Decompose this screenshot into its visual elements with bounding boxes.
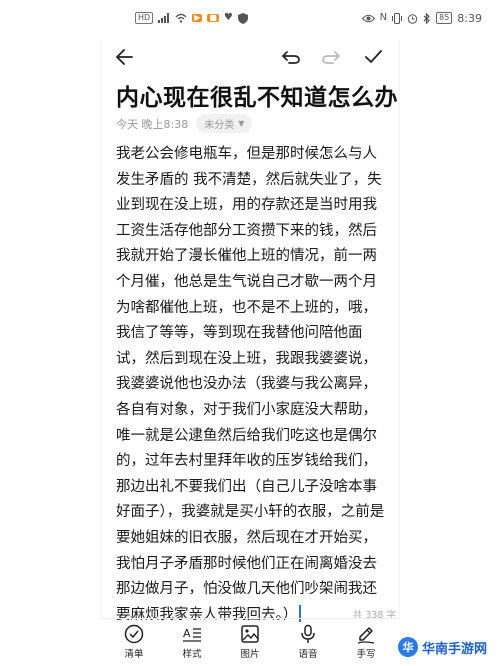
handwriting-icon: [357, 627, 375, 644]
clock-time: 8:39: [457, 11, 482, 25]
editor-toolbar: [0, 36, 500, 76]
style-button[interactable]: A 样式: [164, 624, 220, 666]
caret-down-icon: ▼: [238, 119, 245, 128]
undo-icon: [282, 51, 300, 64]
handwriting-button[interactable]: 手写: [338, 624, 394, 666]
status-left-icons: HD ▶ ■ ♥: [135, 12, 248, 24]
vibrate-icon: [392, 12, 403, 24]
undo-button[interactable]: [276, 42, 306, 72]
site-watermark: 华 华南手游网: [394, 634, 494, 660]
category-label: 未分类: [204, 120, 235, 131]
hd-icon: HD: [135, 12, 154, 24]
watermark-logo-icon: 华: [398, 637, 418, 657]
checklist-label: 清单: [124, 649, 144, 660]
content-border-left: [100, 40, 101, 620]
style-label: 样式: [182, 649, 202, 660]
bottom-toolbar: 清单 A 样式 图片 语音 手写: [100, 624, 400, 666]
status-bar: HD ▶ ■ ♥ N 85 8:39: [0, 0, 500, 36]
shield-icon: [237, 12, 248, 24]
text-cursor: [299, 604, 302, 622]
note-title[interactable]: 内心现在很乱不知道怎么办: [116, 78, 416, 112]
checklist-button[interactable]: 清单: [106, 624, 162, 666]
checklist-icon: [124, 624, 144, 644]
category-dropdown[interactable]: 未分类 ▼: [196, 114, 253, 133]
bottom-divider: [100, 618, 400, 619]
battery-indicator: 85: [436, 12, 453, 24]
svg-text:A: A: [183, 627, 191, 640]
note-date: 今天 晚上8:38: [116, 117, 189, 131]
done-button[interactable]: [358, 42, 388, 72]
image-icon: [241, 625, 259, 643]
note-body[interactable]: 我老公会修电瓶车，但是那时候怎么与人发生矛盾的 我不清楚，然后就失业了，失业到现…: [116, 142, 388, 628]
text-style-icon: A: [183, 627, 201, 642]
voice-label: 语音: [298, 649, 318, 660]
app-notification-icon-2: ■: [207, 13, 219, 22]
handwriting-label: 手写: [356, 649, 376, 660]
watermark-text: 华南手游网: [422, 641, 488, 657]
microphone-icon: [301, 624, 315, 643]
content-border-right: [399, 40, 400, 620]
bluetooth-icon: [423, 12, 431, 24]
arrow-left-icon: [116, 49, 133, 65]
nfc-icon: N: [379, 12, 388, 23]
status-right-icons: N 85 8:39: [361, 11, 482, 25]
voice-button[interactable]: 语音: [280, 624, 336, 666]
note-body-text: 我老公会修电瓶车，但是那时候怎么与人发生矛盾的 我不清楚，然后就失业了，失业到现…: [116, 146, 385, 623]
signal-icon: [158, 13, 170, 23]
note-meta: 今天 晚上8:38 未分类 ▼: [116, 114, 253, 133]
redo-icon: [322, 51, 340, 64]
eye-icon: [361, 14, 375, 23]
alarm-icon: [407, 13, 418, 24]
check-icon: [365, 50, 382, 63]
app-notification-icon: ▶: [192, 13, 203, 22]
heart-icon: ♥: [223, 12, 233, 23]
image-label: 图片: [240, 649, 260, 660]
back-button[interactable]: [110, 42, 140, 72]
wifi-icon: [175, 13, 187, 23]
image-button[interactable]: 图片: [222, 624, 278, 666]
redo-button[interactable]: [316, 42, 346, 72]
